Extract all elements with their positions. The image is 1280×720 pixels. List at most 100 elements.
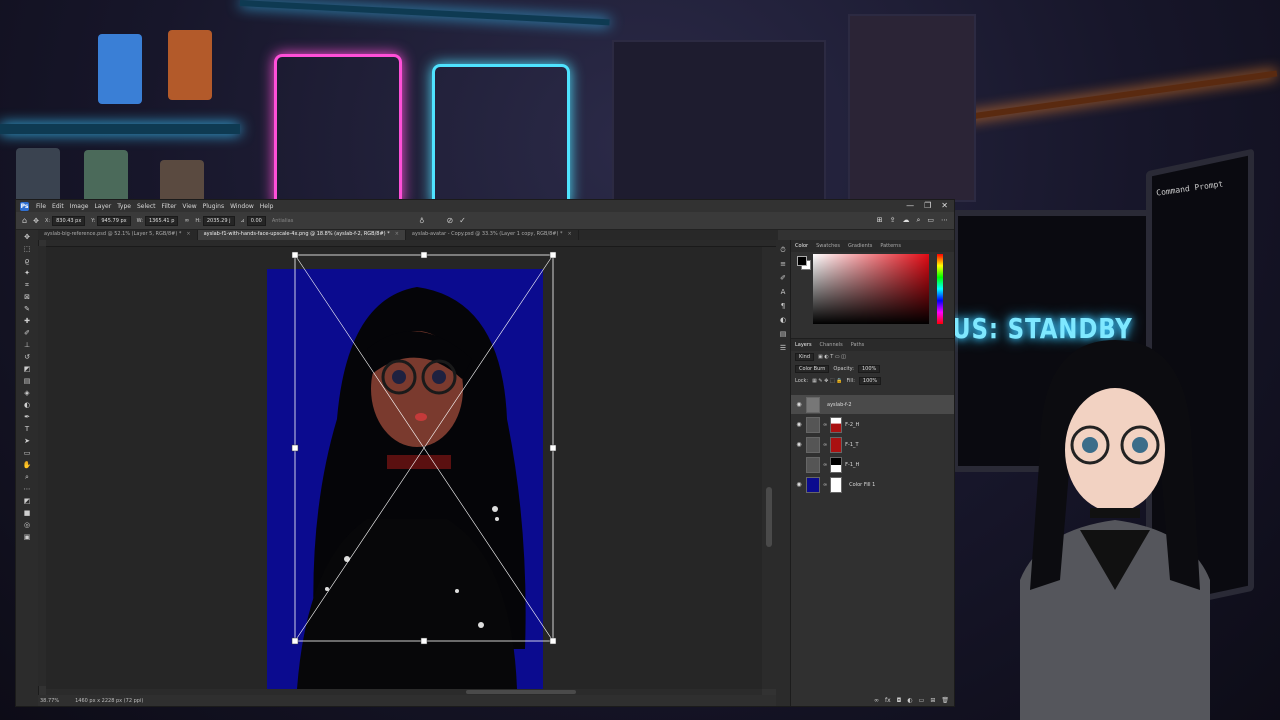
magic-wand-icon[interactable]: ✦	[21, 269, 33, 278]
h-field[interactable]: H: 2035.29 j	[195, 215, 235, 226]
move-tool-icon[interactable]: ✥	[21, 233, 33, 242]
dodge-tool-icon[interactable]: ◐	[21, 401, 33, 410]
y-input[interactable]: 945.79 px	[97, 215, 131, 226]
scroll-thumb[interactable]	[766, 487, 772, 547]
shape-tool-icon[interactable]: ▭	[21, 449, 33, 458]
menu-select[interactable]: Select	[134, 203, 159, 210]
tab-paths[interactable]: Paths	[851, 342, 865, 348]
layer-row[interactable]: ∞ F-1_H	[791, 455, 954, 474]
menu-file[interactable]: File	[33, 203, 49, 210]
cloud-icon[interactable]: ☁	[902, 216, 909, 225]
character-icon[interactable]: A	[779, 288, 787, 296]
history-icon[interactable]: ⏱	[779, 246, 787, 254]
eraser-tool-icon[interactable]: ◩	[21, 365, 33, 374]
adjustments-icon[interactable]: ◐	[779, 316, 787, 324]
tab-color[interactable]: Color	[795, 243, 808, 249]
document-size[interactable]: 1460 px x 2228 px (72 ppi)	[75, 698, 143, 704]
maximize-button[interactable]: ❐	[924, 201, 931, 210]
tab-channels[interactable]: Channels	[820, 342, 843, 348]
new-layer-icon[interactable]: ⊞	[930, 697, 935, 704]
hue-slider[interactable]	[937, 254, 943, 324]
close-tab-icon[interactable]: ×	[395, 231, 399, 239]
commit-transform-button[interactable]: ✓	[459, 216, 466, 225]
group-icon[interactable]: ▭	[919, 697, 925, 704]
lock-icons[interactable]: ▦ ✎ ✥ ⬚ 🔒	[812, 378, 842, 384]
screen-mode-icon[interactable]: ▣	[21, 533, 33, 542]
hand-tool-icon[interactable]: ✋	[21, 461, 33, 470]
foreground-color-swatch[interactable]	[797, 256, 807, 266]
quick-mask-icon[interactable]: ◎	[21, 521, 33, 530]
interpolation-select[interactable]: Antialias	[272, 218, 293, 224]
layer-mask-thumbnail[interactable]	[830, 456, 843, 473]
layer-mask-thumbnail[interactable]	[830, 436, 843, 453]
visibility-eye-icon[interactable]: ◉	[795, 421, 803, 428]
default-colors-icon[interactable]: ◩	[21, 497, 33, 506]
add-mask-icon[interactable]: ◘	[897, 697, 902, 704]
share-icon[interactable]: ⇪	[890, 216, 896, 225]
brush-tool-icon[interactable]: ✐	[21, 329, 33, 338]
layer-mask-thumbnail[interactable]	[830, 416, 843, 433]
x-input[interactable]: 830.43 px	[52, 215, 86, 226]
pen-tool-icon[interactable]: ✒	[21, 413, 33, 422]
menu-filter[interactable]: Filter	[159, 203, 180, 210]
stamp-tool-icon[interactable]: ⊥	[21, 341, 33, 350]
layer-kind-filter[interactable]: Kind	[795, 353, 815, 361]
canvas-area[interactable]	[46, 247, 762, 689]
blur-tool-icon[interactable]: ◈	[21, 389, 33, 398]
close-button[interactable]: ✕	[941, 201, 948, 210]
filter-icons[interactable]: ▣ ◐ T ▭ ◫	[818, 354, 846, 360]
tab-layers[interactable]: Layers	[795, 342, 812, 348]
search-icon[interactable]: ⌕	[916, 216, 920, 225]
actions-icon[interactable]: ☰	[779, 344, 787, 352]
tab-swatches[interactable]: Swatches	[816, 243, 840, 249]
visibility-eye-icon[interactable]: ◉	[795, 481, 803, 488]
frame-tool-icon[interactable]: ⊠	[21, 293, 33, 302]
move-tool-icon[interactable]: ✥	[33, 217, 39, 225]
layer-name[interactable]: F-1_H	[845, 462, 859, 468]
zoom-tool-icon[interactable]: ⌕	[21, 473, 33, 482]
opacity-input[interactable]: 100%	[857, 365, 881, 373]
tab-ayslab-big-reference[interactable]: ayslab-big-reference.psd @ 52.1% (Layer …	[38, 230, 198, 240]
scroll-thumb[interactable]	[466, 690, 576, 694]
menu-type[interactable]: Type	[114, 203, 134, 210]
brush-settings-icon[interactable]: ✐	[779, 274, 787, 282]
layer-row[interactable]: ◉ ayslab-f-2	[791, 395, 954, 414]
w-field[interactable]: W: 1365.41 p	[137, 215, 179, 226]
marquee-tool-icon[interactable]: ⬚	[21, 245, 33, 254]
w-input[interactable]: 1365.41 p	[144, 215, 179, 226]
layer-name[interactable]: F-2_H	[845, 422, 859, 428]
type-tool-icon[interactable]: T	[21, 425, 33, 434]
path-select-icon[interactable]: ➤	[21, 437, 33, 446]
visibility-eye-icon[interactable]: ◉	[795, 441, 803, 448]
ruler-horizontal[interactable]	[46, 240, 776, 247]
tab-patterns[interactable]: Patterns	[880, 243, 901, 249]
paragraph-icon[interactable]: ¶	[779, 302, 787, 310]
eyedropper-icon[interactable]: ✎	[21, 305, 33, 314]
cancel-transform-button[interactable]: ⊘	[446, 216, 453, 225]
fill-input[interactable]: 100%	[858, 377, 882, 385]
layer-name[interactable]: Color Fill 1	[849, 482, 875, 488]
angle-input[interactable]: 0.00	[246, 215, 266, 226]
delete-layer-icon[interactable]: 🗑	[941, 697, 949, 704]
visibility-eye-icon[interactable]: ◉	[795, 401, 803, 408]
y-field[interactable]: Y: 945.79 px	[91, 215, 131, 226]
zoom-level[interactable]: 38.77%	[40, 698, 59, 704]
menu-edit[interactable]: Edit	[49, 203, 67, 210]
layer-row[interactable]: ◉ ∞ Color Fill 1	[791, 475, 954, 494]
layer-mask-thumbnail[interactable]	[830, 476, 843, 493]
warp-icon[interactable]: ♁	[419, 217, 424, 225]
more-tools-icon[interactable]: ⋯	[21, 485, 33, 494]
more-icon[interactable]: ⋯	[941, 216, 948, 225]
history-brush-icon[interactable]: ↺	[21, 353, 33, 362]
layer-row[interactable]: ◉ ∞ F-1_T	[791, 435, 954, 454]
x-field[interactable]: X: 830.43 px	[45, 215, 86, 226]
tab-ayslab-avatar-copy[interactable]: ayslab-avatar - Copy.psd @ 33.3% (Layer …	[406, 230, 579, 240]
libraries-icon[interactable]: ▤	[779, 330, 787, 338]
menu-plugins[interactable]: Plugins	[200, 203, 228, 210]
close-tab-icon[interactable]: ×	[186, 231, 190, 239]
color-swatches-icon[interactable]: ■	[21, 509, 33, 518]
menu-image[interactable]: Image	[67, 203, 92, 210]
menu-view[interactable]: View	[179, 203, 199, 210]
gradient-tool-icon[interactable]: ▤	[21, 377, 33, 386]
close-tab-icon[interactable]: ×	[568, 231, 572, 239]
